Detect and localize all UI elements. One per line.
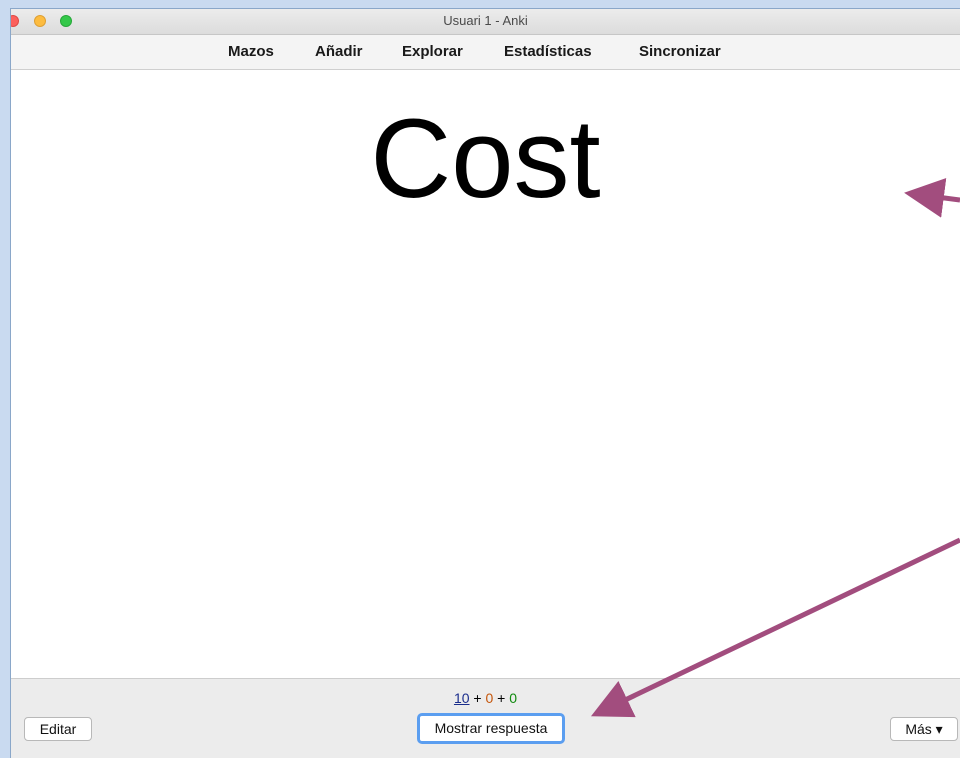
review-count: 0 <box>509 690 518 706</box>
card-front-text: Cost <box>370 96 601 221</box>
toolbar-browse[interactable]: Explorar <box>402 43 463 60</box>
edit-button[interactable]: Editar <box>24 717 92 741</box>
toolbar-decks[interactable]: Mazos <box>228 43 274 60</box>
more-button[interactable]: Más ▾ <box>890 717 958 741</box>
window-title: Usuari 1 - Anki <box>443 13 528 28</box>
plus-separator: + <box>493 690 510 706</box>
due-counts: 10 + 0 + 0 <box>11 690 960 706</box>
toolbar-sync[interactable]: Sincronizar <box>639 43 721 60</box>
show-answer-button[interactable]: Mostrar respuesta <box>417 713 565 744</box>
bottom-bar: 10 + 0 + 0 Editar Mostrar respuesta Más … <box>11 678 960 758</box>
main-toolbar: Mazos Añadir Explorar Estadísticas Sincr… <box>11 35 960 70</box>
card-area: Cost <box>11 70 960 678</box>
new-count[interactable]: 10 <box>454 690 470 706</box>
anki-window: Usuari 1 - Anki Mazos Añadir Explorar Es… <box>10 8 960 758</box>
plus-separator: + <box>469 690 486 706</box>
toolbar-stats[interactable]: Estadísticas <box>504 43 592 60</box>
title-bar: Usuari 1 - Anki <box>11 9 960 35</box>
toolbar-add[interactable]: Añadir <box>315 43 363 60</box>
